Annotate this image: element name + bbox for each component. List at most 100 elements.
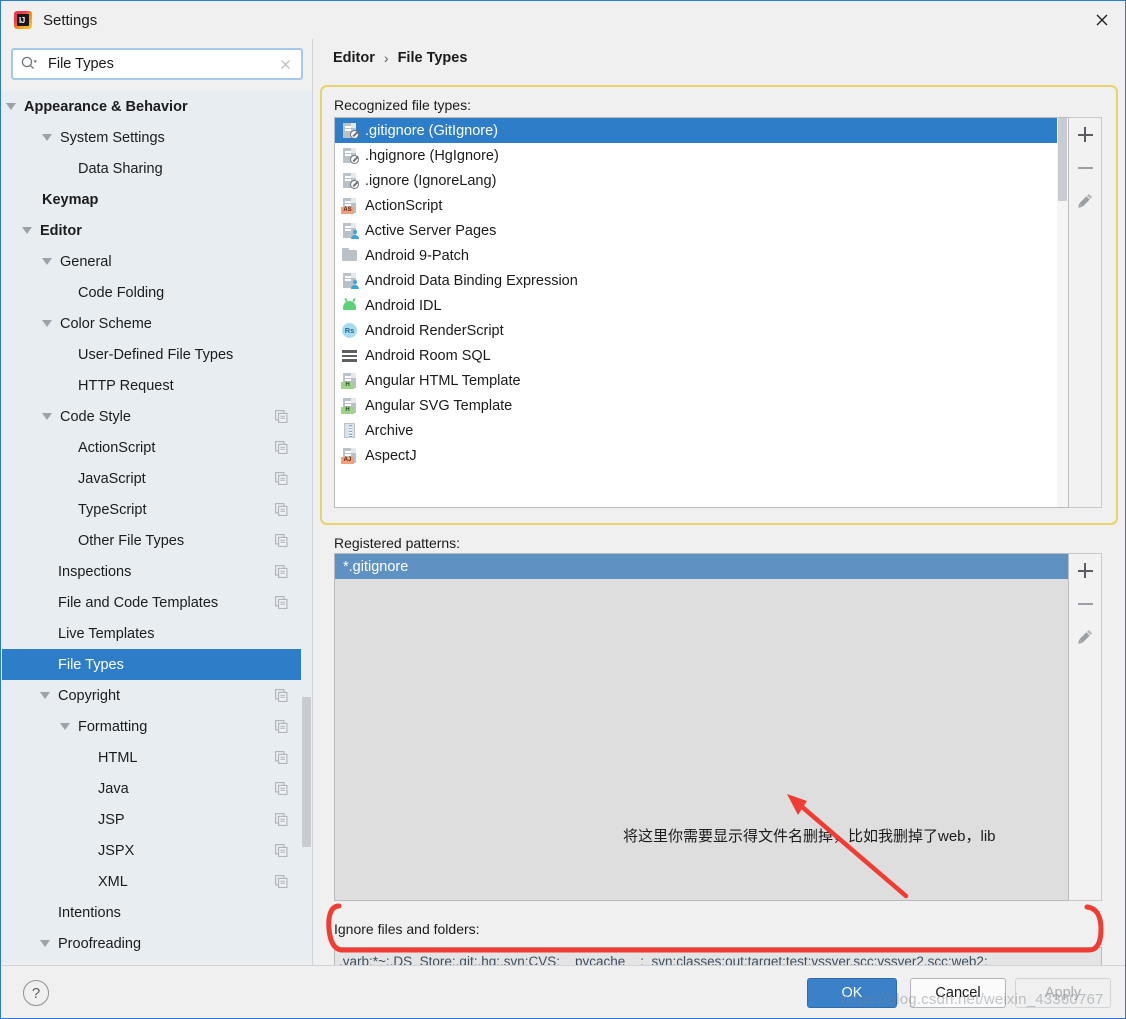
annotation-text: 将这里你需要显示得文件名删掉，比如我删掉了web，lib (623, 828, 996, 845)
tree-twisty-icon[interactable] (42, 413, 52, 420)
sidebar-item-copyright[interactable]: Copyright (2, 680, 312, 711)
file-type-row[interactable]: AJ AspectJ (335, 443, 1059, 468)
sidebar-item-code-style[interactable]: Code Style (2, 401, 312, 432)
sidebar-item-label: Live Templates (58, 625, 155, 642)
remove-icon[interactable] (1069, 587, 1101, 620)
copy-settings-icon[interactable] (275, 410, 288, 423)
recognized-list-scrollbar[interactable] (1057, 118, 1068, 507)
copy-settings-icon[interactable] (275, 534, 288, 547)
watermark: https://blog.csdn.net/weixin_43360767 (841, 991, 1104, 1008)
file-type-row[interactable]: AS ActionScript (335, 193, 1059, 218)
tree-twisty-icon[interactable] (60, 723, 70, 730)
sidebar-scrollbar[interactable] (301, 91, 312, 963)
tree-twisty-icon[interactable] (42, 258, 52, 265)
copy-settings-icon[interactable] (275, 596, 288, 609)
copy-settings-icon[interactable] (275, 720, 288, 733)
sidebar-item-live-templates[interactable]: Live Templates (2, 618, 312, 649)
close-icon[interactable] (1079, 1, 1125, 39)
breadcrumb-root[interactable]: Editor (333, 50, 375, 66)
settings-search (11, 48, 303, 80)
copy-settings-icon[interactable] (275, 472, 288, 485)
copy-settings-icon[interactable] (275, 503, 288, 516)
sidebar-item-file-types[interactable]: File Types (2, 649, 312, 680)
edit-pencil-icon[interactable] (1069, 184, 1101, 217)
sidebar-item-label: JSP (98, 811, 125, 828)
file-type-row[interactable]: .gitignore (GitIgnore) (335, 118, 1059, 143)
file-type-row[interactable]: Active Server Pages (335, 218, 1059, 243)
sidebar-item-general[interactable]: General (2, 246, 312, 277)
pattern-name: *.gitignore (343, 558, 409, 575)
sidebar-item-proofreading[interactable]: Proofreading (2, 928, 312, 959)
sidebar-item-actionscript[interactable]: ActionScript (2, 432, 312, 463)
sql-bars-icon (341, 347, 358, 364)
file-type-row[interactable]: H Angular SVG Template (335, 393, 1059, 418)
sidebar-item-file-and-code-templates[interactable]: File and Code Templates (2, 587, 312, 618)
settings-tree[interactable]: Appearance & Behavior System Settings Data… (2, 91, 312, 963)
sidebar-item-jspx[interactable]: JSPX (2, 835, 312, 866)
close-small-icon[interactable] (279, 58, 292, 71)
file-type-row[interactable]: Android IDL (335, 293, 1059, 318)
tree-twisty-icon[interactable] (40, 692, 50, 699)
file-type-row[interactable]: H Angular HTML Template (335, 368, 1059, 393)
sidebar-item-formatting[interactable]: Formatting (2, 711, 312, 742)
sidebar-scrollbar-thumb[interactable] (302, 697, 311, 847)
copy-settings-icon[interactable] (275, 875, 288, 888)
sidebar-item-code-folding[interactable]: Code Folding (2, 277, 312, 308)
tree-twisty-icon[interactable] (40, 940, 50, 947)
search-box[interactable] (11, 48, 303, 80)
sidebar-item-xml[interactable]: XML (2, 866, 312, 897)
sidebar-item-other-file-types[interactable]: Other File Types (2, 525, 312, 556)
copy-settings-icon[interactable] (275, 565, 288, 578)
tree-twisty-icon[interactable] (42, 134, 52, 141)
copy-settings-icon[interactable] (275, 844, 288, 857)
copy-settings-icon[interactable] (275, 782, 288, 795)
file-type-row[interactable]: Archive (335, 418, 1059, 443)
add-icon[interactable] (1069, 554, 1101, 587)
file-type-name: Android Room SQL (365, 347, 491, 364)
sidebar-item-http-request[interactable]: HTTP Request (2, 370, 312, 401)
registered-patterns-list[interactable]: *.gitignore (334, 553, 1069, 901)
sidebar-item-color-scheme[interactable]: Color Scheme (2, 308, 312, 339)
sidebar-item-appearance-behavior[interactable]: Appearance & Behavior (2, 91, 312, 122)
search-input[interactable] (48, 56, 263, 72)
sidebar-item-html[interactable]: HTML (2, 742, 312, 773)
window-title: Settings (43, 11, 98, 29)
recognized-file-types-list[interactable]: .gitignore (GitIgnore) .hgignore (HgIgnor… (334, 117, 1069, 508)
add-icon[interactable] (1069, 118, 1101, 151)
file-type-row[interactable]: Android Room SQL (335, 343, 1059, 368)
recognized-list-scrollbar-thumb[interactable] (1058, 118, 1067, 201)
tree-twisty-icon[interactable] (22, 227, 32, 234)
file-type-row[interactable]: Android Data Binding Expression (335, 268, 1059, 293)
file-type-row[interactable]: Android 9-Patch (335, 243, 1059, 268)
tree-twisty-icon[interactable] (6, 103, 16, 110)
copy-settings-icon[interactable] (275, 751, 288, 764)
sidebar-item-intentions[interactable]: Intentions (2, 897, 312, 928)
copy-settings-icon[interactable] (275, 813, 288, 826)
sidebar-item-inspections[interactable]: Inspections (2, 556, 312, 587)
sidebar-item-typescript[interactable]: TypeScript (2, 494, 312, 525)
sidebar-item-label: JavaScript (78, 470, 146, 487)
file-type-row[interactable]: Rs Android RenderScript (335, 318, 1059, 343)
remove-icon[interactable] (1069, 151, 1101, 184)
file-type-name: Android IDL (365, 297, 442, 314)
file-type-row[interactable]: .hgignore (HgIgnore) (335, 143, 1059, 168)
sidebar-item-java[interactable]: Java (2, 773, 312, 804)
pattern-row[interactable]: *.gitignore (335, 554, 1068, 579)
copy-settings-icon[interactable] (275, 441, 288, 454)
android-robot-icon (341, 297, 358, 314)
sidebar-item-javascript[interactable]: JavaScript (2, 463, 312, 494)
recognized-list-toolbar (1069, 117, 1102, 508)
sidebar-item-jsp[interactable]: JSP (2, 804, 312, 835)
tree-twisty-icon[interactable] (42, 320, 52, 327)
recognized-file-types-label: Recognized file types: (334, 97, 471, 113)
sidebar-item-system-settings[interactable]: System Settings (2, 122, 312, 153)
breadcrumb-leaf: File Types (397, 50, 468, 66)
file-type-row[interactable]: .ignore (IgnoreLang) (335, 168, 1059, 193)
edit-pencil-icon[interactable] (1069, 620, 1101, 653)
help-button[interactable]: ? (23, 980, 49, 1006)
sidebar-item-keymap[interactable]: Keymap (2, 184, 312, 215)
sidebar-item-user-defined-file-types[interactable]: User-Defined File Types (2, 339, 312, 370)
sidebar-item-editor[interactable]: Editor (2, 215, 312, 246)
sidebar-item-data-sharing[interactable]: Data Sharing (2, 153, 312, 184)
copy-settings-icon[interactable] (275, 689, 288, 702)
